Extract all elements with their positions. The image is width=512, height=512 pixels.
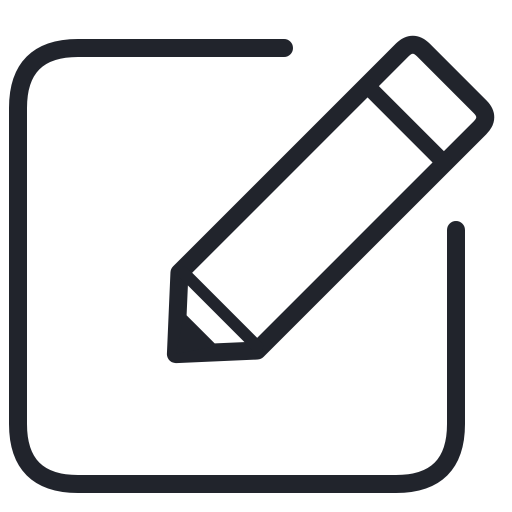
edit-icon[interactable] bbox=[0, 0, 512, 512]
edit-icon-canvas bbox=[0, 0, 512, 512]
pencil-eraser-line bbox=[358, 77, 453, 172]
